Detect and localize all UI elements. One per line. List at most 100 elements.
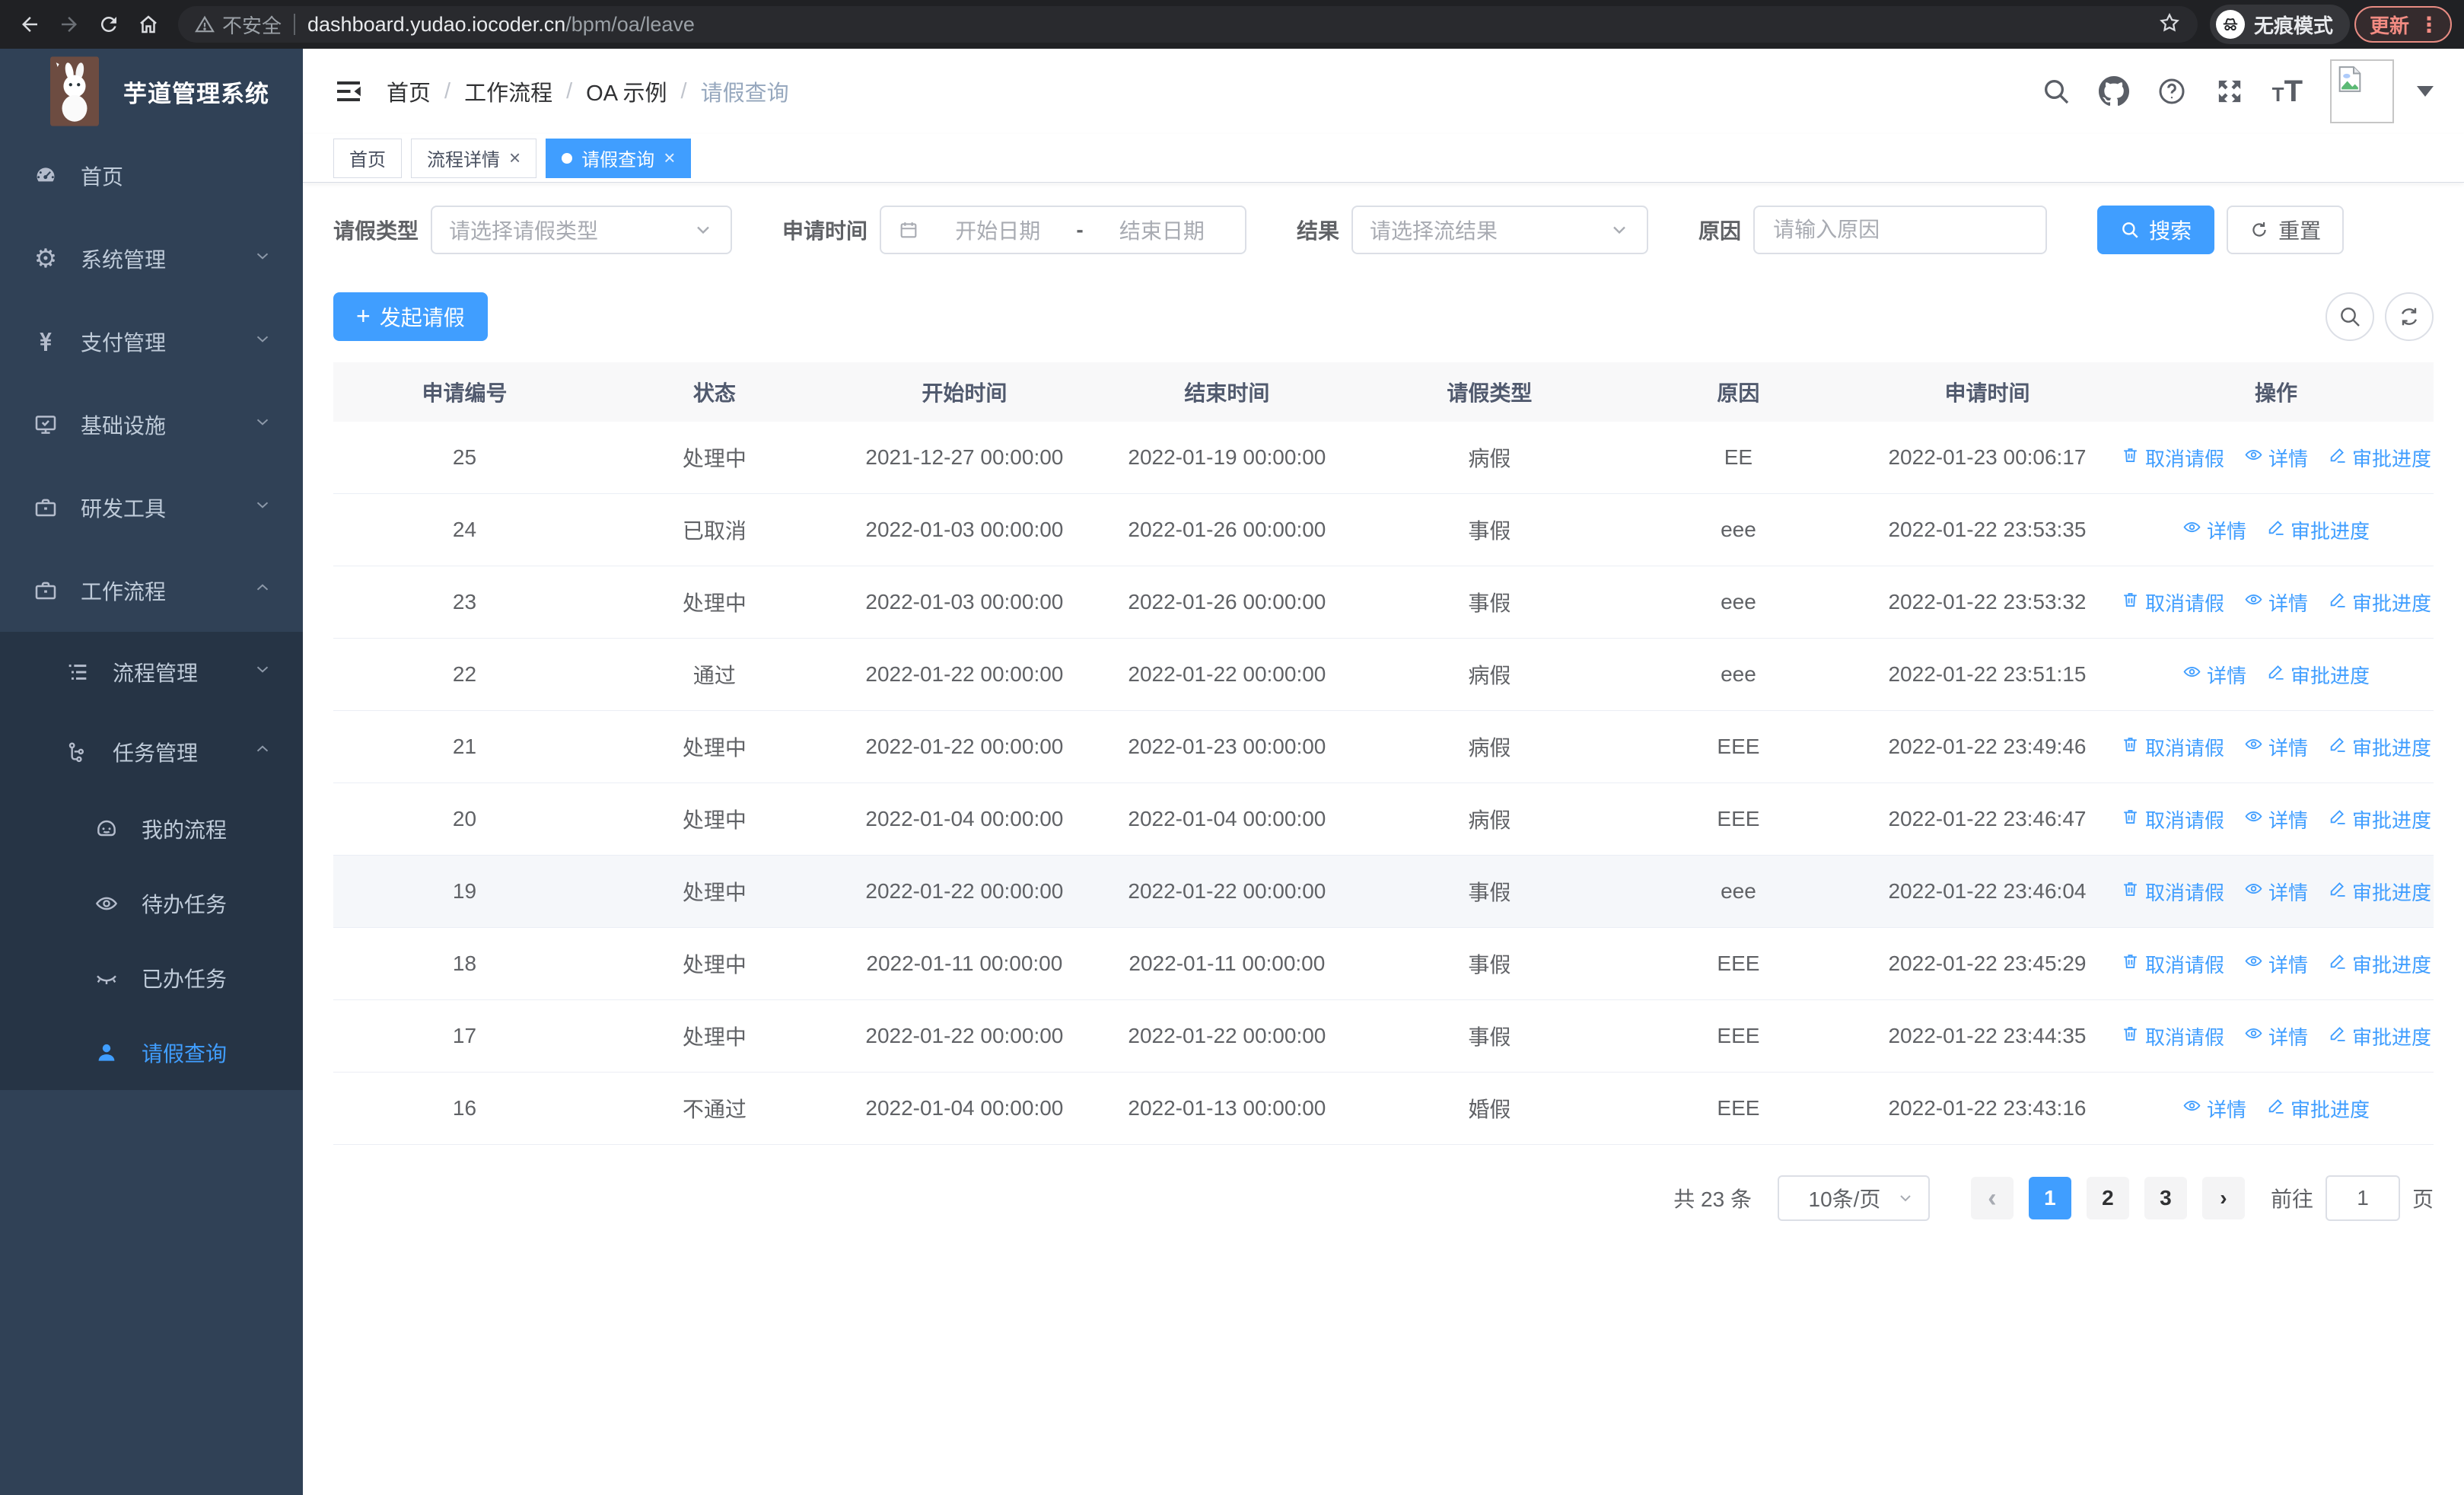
action-detail[interactable]: 详情 <box>2182 516 2246 544</box>
action-detail[interactable]: 详情 <box>2244 1022 2308 1050</box>
tab[interactable]: 请假查询 × <box>546 138 692 178</box>
github-icon[interactable] <box>2098 76 2129 107</box>
action-approval-progress[interactable]: 审批进度 <box>2328 805 2431 834</box>
action-label: 取消请假 <box>2144 881 2224 904</box>
action-approval-progress[interactable]: 审批进度 <box>2266 1095 2370 1123</box>
cell-end: 2022-01-26 00:00:00 <box>1128 590 1326 614</box>
start-date-placeholder[interactable]: 开始日期 <box>931 215 1064 245</box>
url-bar[interactable]: 不安全 dashboard.yudao.iocoder.cn/bpm/oa/le… <box>178 6 2198 43</box>
browser-menu-icon[interactable]: ⋮ <box>2418 12 2440 37</box>
close-tab-icon[interactable]: × <box>664 148 675 167</box>
action-label: 审批进度 <box>2352 881 2432 904</box>
show-search-button[interactable] <box>2326 292 2374 341</box>
table-row: 22 通过 2022-01-22 00:00:00 2022-01-22 00:00:… <box>333 639 2434 711</box>
action-label: 审批进度 <box>2352 808 2432 832</box>
back-icon[interactable] <box>12 7 47 42</box>
action-detail[interactable]: 详情 <box>2244 733 2308 761</box>
avatar-dropdown-caret[interactable] <box>2417 86 2434 97</box>
user-avatar[interactable] <box>2330 59 2394 123</box>
update-button[interactable]: 更新 ⋮ <box>2354 6 2452 43</box>
broken-image-icon <box>2338 66 2361 92</box>
cell-actions: 取消请假 详情 审批进度 <box>2119 444 2434 472</box>
breadcrumb-item[interactable]: 首页 <box>387 75 431 107</box>
close-tab-icon[interactable]: × <box>509 148 520 167</box>
action-cancel-leave[interactable]: 取消请假 <box>2121 733 2224 761</box>
reload-icon[interactable] <box>91 7 126 42</box>
action-detail[interactable]: 详情 <box>2244 878 2308 906</box>
action-approval-progress[interactable]: 审批进度 <box>2328 878 2431 906</box>
sidebar-item[interactable]: 研发工具 <box>0 466 303 549</box>
tab-label: 流程详情 <box>427 150 500 171</box>
sidebar-item[interactable]: ⚙ 系统管理 <box>0 217 303 300</box>
sidebar-item[interactable]: 首页 <box>0 134 303 217</box>
collapse-sidebar-icon[interactable] <box>333 76 364 107</box>
sidebar-item[interactable]: 流程管理 <box>0 632 303 712</box>
apply-time-range-picker[interactable]: 开始日期 - 结束日期 <box>880 206 1247 254</box>
action-approval-progress[interactable]: 审批进度 <box>2266 661 2370 689</box>
action-approval-progress[interactable]: 审批进度 <box>2266 516 2370 544</box>
sidebar-item[interactable]: 请假查询 <box>0 1015 303 1090</box>
cell-end: 2022-01-22 00:00:00 <box>1128 1024 1326 1047</box>
action-detail[interactable]: 详情 <box>2182 661 2246 689</box>
tab[interactable]: 流程详情 × <box>411 138 537 178</box>
sidebar-item[interactable]: 工作流程 <box>0 549 303 632</box>
tab[interactable]: 首页 <box>333 138 402 178</box>
end-date-placeholder[interactable]: 结束日期 <box>1096 215 1228 245</box>
gear-icon: ⚙ <box>33 244 58 273</box>
sidebar-item[interactable]: 待办任务 <box>0 866 303 941</box>
reason-input[interactable] <box>1772 217 2029 243</box>
refresh-table-button[interactable] <box>2385 292 2434 341</box>
home-icon[interactable] <box>131 7 166 42</box>
action-detail[interactable]: 详情 <box>2244 444 2308 472</box>
tab-label: 首页 <box>349 150 386 171</box>
help-icon[interactable] <box>2157 76 2187 107</box>
sidebar-item[interactable]: 支付管理 <box>0 300 303 383</box>
action-cancel-leave[interactable]: 取消请假 <box>2121 878 2224 906</box>
header-search-icon[interactable] <box>2041 76 2071 107</box>
action-cancel-leave[interactable]: 取消请假 <box>2121 444 2224 472</box>
action-approval-progress[interactable]: 审批进度 <box>2328 444 2431 472</box>
sidebar-item[interactable]: 任务管理 <box>0 712 303 792</box>
action-detail[interactable]: 详情 <box>2244 588 2308 617</box>
reset-button[interactable]: 重置 <box>2227 206 2345 254</box>
goto-page-input[interactable] <box>2325 1175 2400 1221</box>
app-logo: 芋道管理系统 <box>0 49 303 134</box>
action-cancel-leave[interactable]: 取消请假 <box>2121 805 2224 834</box>
sidebar-item[interactable]: 已办任务 <box>0 941 303 1015</box>
eye-open-icon <box>93 890 120 917</box>
eye-icon <box>2244 879 2263 904</box>
leave-type-select[interactable]: 请选择请假类型 <box>431 206 733 254</box>
sidebar-item[interactable]: 我的流程 <box>0 792 303 866</box>
action-approval-progress[interactable]: 审批进度 <box>2328 1022 2431 1050</box>
bookmark-star-icon[interactable] <box>2158 11 2181 38</box>
action-approval-progress[interactable]: 审批进度 <box>2328 733 2431 761</box>
breadcrumb-item[interactable]: 工作流程 <box>464 75 552 107</box>
action-approval-progress[interactable]: 审批进度 <box>2328 588 2431 617</box>
forward-icon[interactable] <box>52 7 87 42</box>
page-button[interactable]: 2 <box>2086 1177 2129 1219</box>
action-label: 审批进度 <box>2352 591 2432 615</box>
search-button[interactable]: 搜索 <box>2097 206 2215 254</box>
fullscreen-icon[interactable] <box>2214 76 2245 107</box>
action-approval-progress[interactable]: 审批进度 <box>2328 950 2431 978</box>
action-cancel-leave[interactable]: 取消请假 <box>2121 950 2224 978</box>
page-button[interactable]: 1 <box>2028 1177 2071 1219</box>
font-size-icon[interactable]: TT <box>2272 76 2303 107</box>
cell-reason: eee <box>1721 662 1756 686</box>
action-detail[interactable]: 详情 <box>2182 1095 2246 1123</box>
cell-status: 处理中 <box>682 881 747 904</box>
action-cancel-leave[interactable]: 取消请假 <box>2121 1022 2224 1050</box>
page-button[interactable]: 3 <box>2144 1177 2187 1219</box>
action-label: 详情 <box>2268 808 2308 832</box>
create-leave-button[interactable]: + 发起请假 <box>333 292 488 341</box>
action-cancel-leave[interactable]: 取消请假 <box>2121 588 2224 617</box>
action-detail[interactable]: 详情 <box>2244 950 2308 978</box>
breadcrumb-item[interactable]: OA 示例 <box>586 75 667 107</box>
page-size-select[interactable]: 10条/页 <box>1777 1175 1930 1221</box>
sidebar-item[interactable]: 基础设施 <box>0 383 303 466</box>
table-row: 20 处理中 2022-01-04 00:00:00 2022-01-04 00:00… <box>333 783 2434 856</box>
result-select[interactable]: 请选择流结果 <box>1351 206 1649 254</box>
prev-page-button[interactable]: ‹ <box>1970 1177 2014 1219</box>
next-page-button[interactable]: › <box>2201 1177 2245 1219</box>
action-detail[interactable]: 详情 <box>2244 805 2308 834</box>
